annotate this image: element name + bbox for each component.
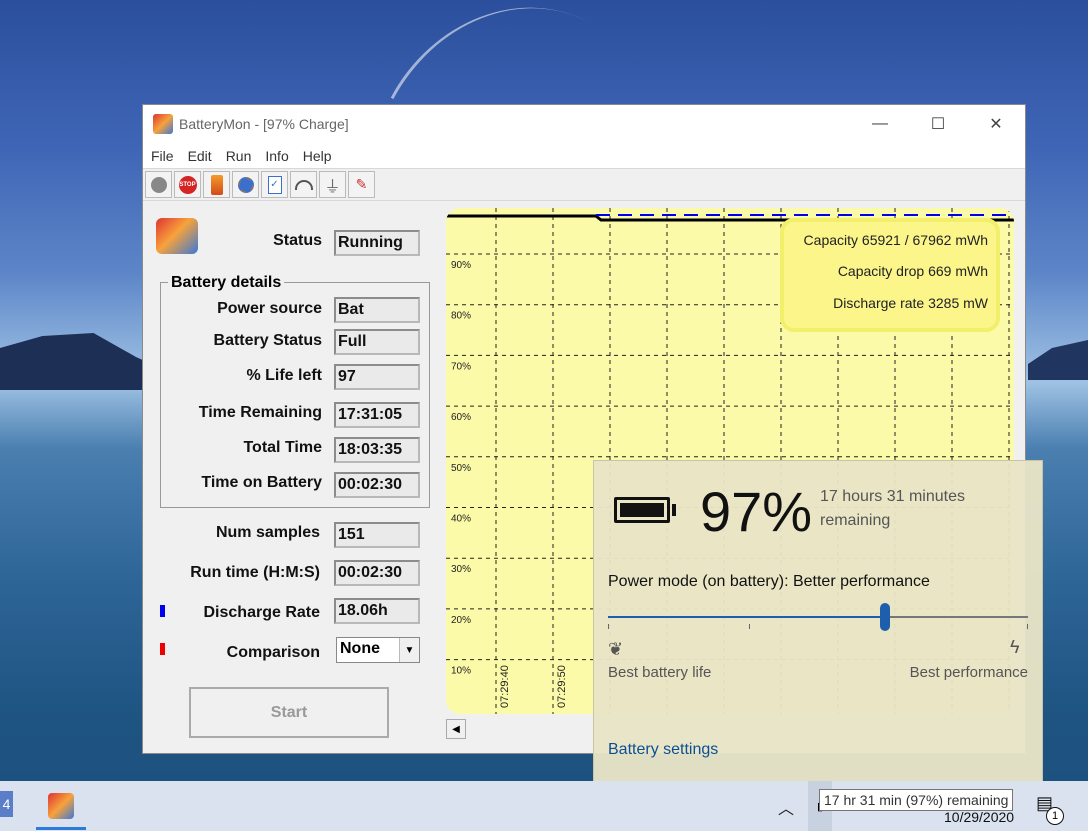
x-tick-label: 07:29:40 <box>499 665 511 708</box>
batterymon-taskbar-icon <box>48 793 74 819</box>
time-remaining-value: 17:31:05 <box>334 402 420 428</box>
record-icon[interactable] <box>145 171 172 198</box>
num-samples-value: 151 <box>334 522 420 548</box>
life-left-value: 97 <box>334 364 420 390</box>
time-on-battery-value: 00:02:30 <box>334 472 420 498</box>
status-value: Running <box>334 230 420 256</box>
y-tick-label: 50% <box>451 463 471 474</box>
gauge-icon[interactable] <box>290 171 317 198</box>
comparison-marker <box>160 643 165 655</box>
discharge-rate-label: Discharge Rate <box>203 604 321 621</box>
battery-tip-icon <box>672 504 676 516</box>
battery-details-title: Battery details <box>168 274 285 292</box>
y-tick-label: 70% <box>451 361 471 372</box>
chevron-down-icon[interactable]: ▼ <box>399 638 419 662</box>
menu-bar: File Edit Run Info Help <box>143 143 1025 169</box>
discharge-rate-value: 18.06h <box>334 598 420 624</box>
active-indicator <box>36 827 86 830</box>
discharge-rate-text: Discharge rate 3285 mW <box>833 295 989 311</box>
status-label: Status <box>273 232 322 249</box>
menu-run[interactable]: Run <box>226 148 258 164</box>
start-button[interactable]: Start <box>189 687 389 738</box>
minimize-button[interactable]: — <box>851 105 909 143</box>
settings-icon[interactable] <box>232 171 259 198</box>
battery-flyout: 97% 17 hours 31 minutes remaining Power … <box>593 460 1043 782</box>
time-remaining-label: Time Remaining <box>198 404 322 421</box>
comparison-selected: None <box>340 640 380 657</box>
menu-edit[interactable]: Edit <box>188 148 218 164</box>
battery-status-value: Full <box>334 329 420 355</box>
best-performance-label: Best performance <box>909 664 1028 681</box>
batterymon-logo-icon <box>156 218 198 254</box>
window-title: BatteryMon - [97% Charge] <box>179 116 349 132</box>
menu-help[interactable]: Help <box>303 148 338 164</box>
best-battery-life-label: Best battery life <box>608 664 712 681</box>
close-button[interactable]: ✕ <box>967 105 1025 143</box>
time-on-battery-label: Time on Battery <box>201 474 322 491</box>
menu-info[interactable]: Info <box>265 148 294 164</box>
menu-file[interactable]: File <box>151 148 180 164</box>
slider-tick <box>608 624 609 629</box>
comparison-label: Comparison <box>226 644 320 661</box>
comparison-select[interactable]: None ▼ <box>336 637 420 663</box>
notification-count-badge: 1 <box>1046 807 1064 825</box>
total-time-value: 18:03:35 <box>334 437 420 463</box>
battery-settings-link[interactable]: Battery settings <box>608 741 718 759</box>
capacity-text: Capacity 65921 / 67962 mWh <box>804 232 988 248</box>
power-mode-slider-thumb[interactable] <box>880 603 891 631</box>
run-time-value: 00:02:30 <box>334 560 420 586</box>
battery-large-icon <box>614 497 670 523</box>
x-tick-label: 07:29:50 <box>556 665 568 708</box>
y-tick-label: 30% <box>451 564 471 575</box>
y-tick-label: 60% <box>451 412 471 423</box>
stop-icon[interactable]: STOP <box>174 171 201 198</box>
life-left-label: % Life left <box>246 367 322 384</box>
capacity-drop-text: Capacity drop 669 mWh <box>838 263 988 279</box>
battery-icon[interactable] <box>203 171 230 198</box>
taskbar-batterymon-button[interactable] <box>36 781 86 831</box>
lightning-icon: ϟ <box>1010 637 1020 657</box>
leaf-icon: ❦ <box>608 639 624 659</box>
scroll-left-button[interactable]: ◀ <box>446 719 466 739</box>
batterymon-app-icon <box>153 114 173 134</box>
slider-tick <box>749 624 750 629</box>
y-tick-label: 40% <box>451 514 471 525</box>
discharge-rate-marker <box>160 605 165 617</box>
total-time-label: Total Time <box>243 439 322 456</box>
power-source-label: Power source <box>217 300 322 317</box>
title-bar[interactable]: BatteryMon - [97% Charge] — ☐ ✕ <box>143 105 1025 143</box>
power-mode-label: Power mode (on battery): Better performa… <box>608 573 930 590</box>
chevron-up-icon[interactable]: ︿ <box>778 795 794 819</box>
num-samples-label: Num samples <box>215 524 320 541</box>
y-tick-label: 80% <box>451 311 471 322</box>
toolbar: STOP ✓ ⏚ ✎ <box>143 169 1025 201</box>
y-tick-label: 20% <box>451 615 471 626</box>
maximize-button[interactable]: ☐ <box>909 105 967 143</box>
slider-tick <box>1027 624 1028 629</box>
power-mode-slider-fill <box>608 616 886 618</box>
battery-tooltip: 17 hr 31 min (97%) remaining <box>819 789 1014 811</box>
plug-icon[interactable]: ⏚ <box>319 171 346 198</box>
tools-icon[interactable]: ✎ <box>348 171 375 198</box>
battery-remaining: 17 hours 31 minutes remaining <box>820 488 965 529</box>
task-view-icon[interactable]: 4 <box>0 791 13 817</box>
y-tick-label: 90% <box>451 260 471 271</box>
power-source-value: Bat <box>334 297 420 323</box>
run-time-label: Run time (H:M:S) <box>190 564 320 581</box>
battery-status-label: Battery Status <box>213 332 322 349</box>
wallpaper-mountain-right <box>1028 340 1088 380</box>
y-tick-label: 10% <box>451 666 471 677</box>
battery-percent: 97% <box>700 480 813 543</box>
clock-date[interactable]: 10/29/2020 <box>944 809 1014 825</box>
checklist-icon[interactable]: ✓ <box>261 171 288 198</box>
